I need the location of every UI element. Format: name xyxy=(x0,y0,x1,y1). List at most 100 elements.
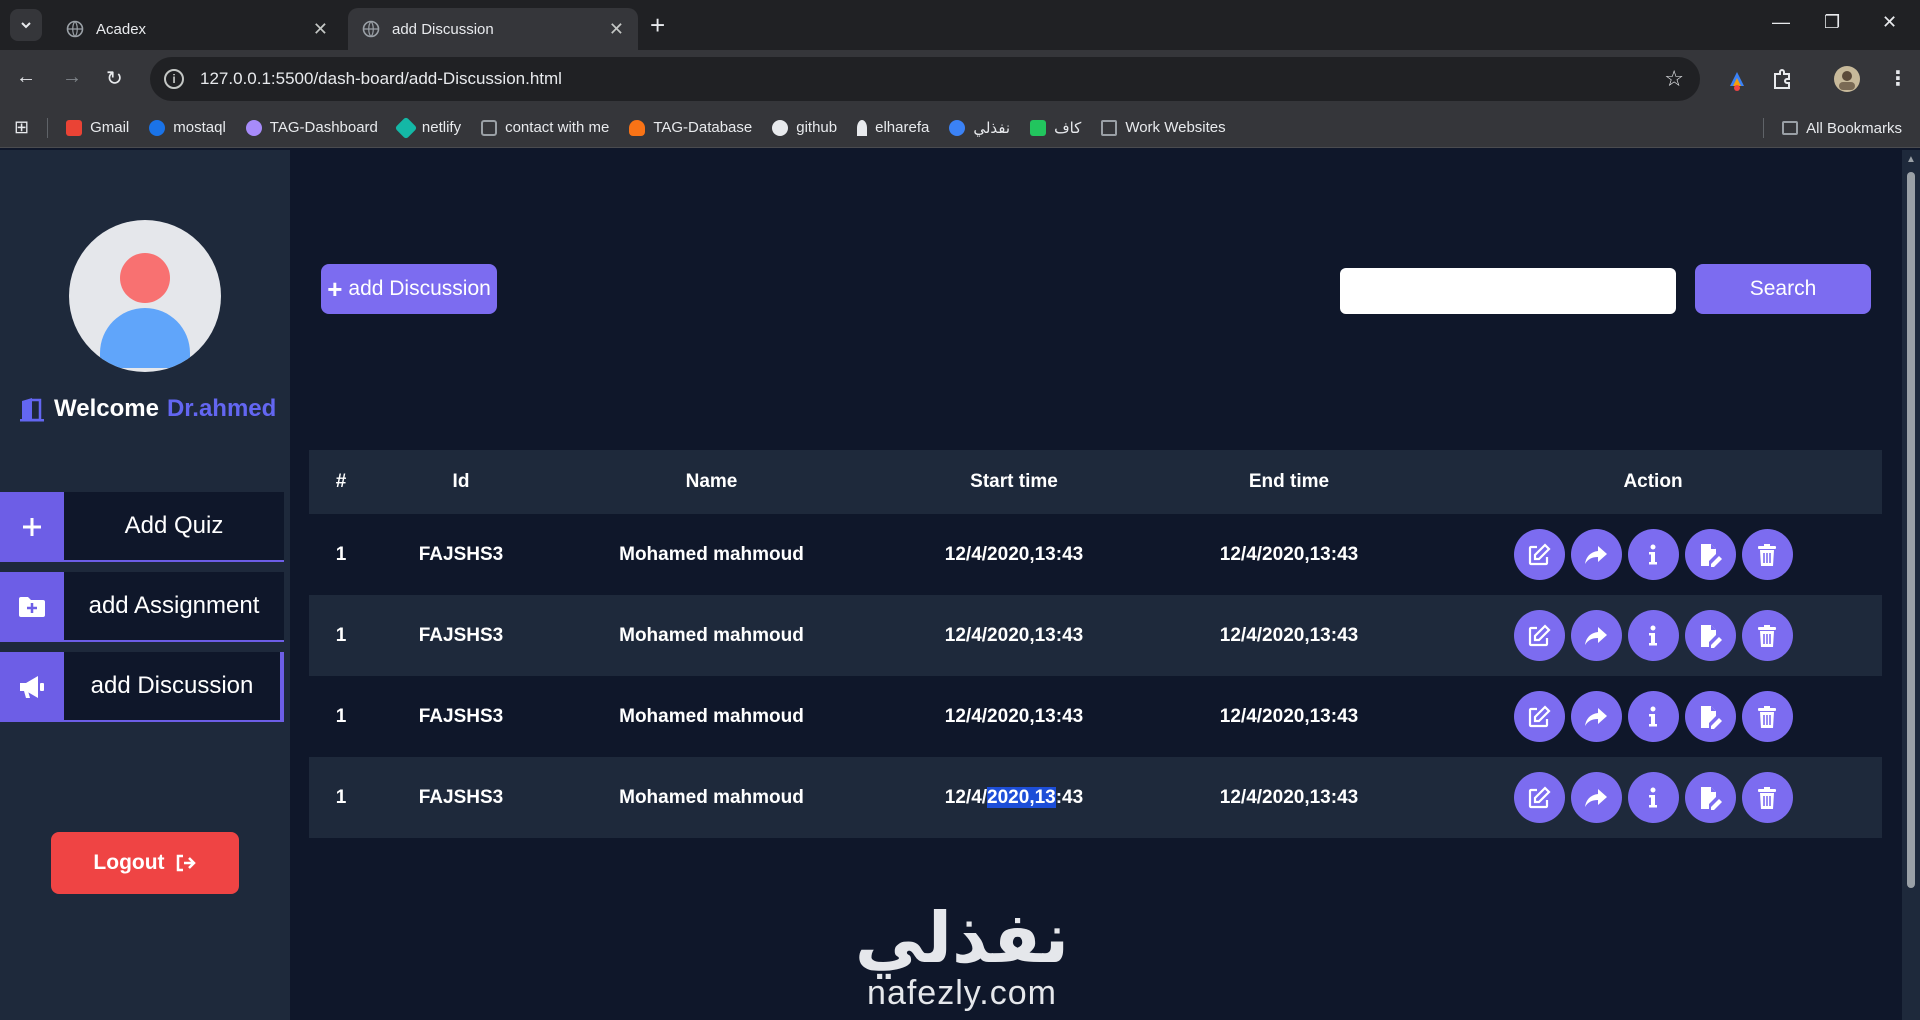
watermark-arabic: نفذلي xyxy=(854,899,1070,977)
logout-label: Logout xyxy=(93,851,165,874)
sidebar-item-add-assignment[interactable]: add Assignment xyxy=(0,572,284,642)
cell-end-time: 12/4/2020,13:43 xyxy=(1219,543,1359,565)
bookmark-nafezly[interactable]: نفذلي xyxy=(949,119,1010,137)
profile-avatar-icon[interactable] xyxy=(1832,64,1862,94)
share-button[interactable] xyxy=(1570,691,1622,742)
search-input[interactable] xyxy=(1340,268,1676,314)
file-signature-button[interactable] xyxy=(1684,610,1736,661)
bookmark-netlify[interactable]: netlify xyxy=(394,116,461,139)
bookmark-star-icon[interactable]: ☆ xyxy=(1664,66,1684,92)
edit-icon xyxy=(1526,704,1552,730)
tab-add-discussion[interactable]: add Discussion ✕ xyxy=(348,8,638,50)
column-header: Action xyxy=(1623,471,1683,492)
extensions-puzzle-icon[interactable] xyxy=(1767,64,1797,94)
sidebar-item-add-quiz[interactable]: Add Quiz xyxy=(0,492,284,562)
bookmark-label: نفذلي xyxy=(973,119,1011,137)
extension-color-icon[interactable] xyxy=(1722,64,1752,94)
plus-icon xyxy=(0,492,64,562)
bookmark-github[interactable]: github xyxy=(772,119,837,136)
cell-name: Mohamed mahmoud xyxy=(619,543,804,565)
sidebar-item-add-discussion[interactable]: add Discussion xyxy=(0,652,284,722)
edit-button[interactable] xyxy=(1513,772,1565,823)
page-scrollbar[interactable]: ▲ xyxy=(1902,150,1920,1020)
netlify-icon xyxy=(394,116,418,139)
bookmark-label: elharefa xyxy=(875,119,930,136)
tab-title: add Discussion xyxy=(392,20,494,38)
tab-acadex[interactable]: Acadex ✕ xyxy=(52,8,342,50)
cell-id: FAJSHS3 xyxy=(418,624,504,646)
bookmark-elharefa[interactable]: elharefa xyxy=(857,119,929,136)
delete-button[interactable] xyxy=(1741,691,1793,742)
file-signature-button[interactable] xyxy=(1684,772,1736,823)
bookmark-label: mostaql xyxy=(173,119,226,136)
new-tab-icon[interactable]: + xyxy=(650,10,665,41)
bookmark-tag-database[interactable]: TAG-Database xyxy=(629,119,752,136)
globe-icon xyxy=(66,20,84,38)
table-header: # Id Name Start time End time Action xyxy=(309,450,1882,514)
cell-number: 1 xyxy=(335,624,347,646)
tab-search-button[interactable] xyxy=(10,9,42,41)
share-button[interactable] xyxy=(1570,772,1622,823)
bookmark-tag-dashboard[interactable]: TAG-Dashboard xyxy=(245,119,378,136)
edit-icon xyxy=(1526,785,1552,811)
edit-button[interactable] xyxy=(1513,610,1565,661)
edit-button[interactable] xyxy=(1513,691,1565,742)
file-signature-button[interactable] xyxy=(1684,529,1736,580)
info-button[interactable] xyxy=(1627,772,1679,823)
add-discussion-button[interactable]: + add Discussion xyxy=(321,264,497,314)
scroll-up-arrow-icon[interactable]: ▲ xyxy=(1906,154,1916,165)
bookmark-label: Work Websites xyxy=(1125,119,1226,136)
share-button[interactable] xyxy=(1570,610,1622,661)
browser-toolbar: ← → ↻ i 127.0.0.1:5500/dash-board/add-Di… xyxy=(0,50,1920,108)
bookmark-work-websites[interactable]: Work Websites xyxy=(1101,119,1226,136)
selected-text: 2020,13 xyxy=(987,786,1056,808)
avatar xyxy=(69,220,221,372)
share-button[interactable] xyxy=(1570,529,1622,580)
address-bar[interactable]: i 127.0.0.1:5500/dash-board/add-Discussi… xyxy=(150,57,1700,101)
cell-number: 1 xyxy=(335,705,347,727)
bookmark-gmail[interactable]: Gmail xyxy=(66,119,129,136)
trash-icon xyxy=(1754,785,1780,811)
delete-button[interactable] xyxy=(1741,610,1793,661)
cell-actions xyxy=(1424,610,1882,661)
close-window-icon[interactable]: ✕ xyxy=(1882,12,1897,33)
bookmark-mostaql[interactable]: mostaql xyxy=(149,119,226,136)
bookmark-label: TAG-Dashboard xyxy=(269,119,378,136)
file-signature-icon xyxy=(1697,542,1723,568)
forward-icon[interactable]: → xyxy=(62,66,82,89)
sidebar-item-label: add Discussion xyxy=(64,652,284,722)
scrollbar-thumb[interactable] xyxy=(1907,172,1915,888)
bookmark-contact[interactable]: contact with me xyxy=(481,119,609,136)
bookmark-kaf[interactable]: كاف xyxy=(1030,119,1081,137)
apps-grid-icon[interactable]: ⊞ xyxy=(14,117,29,138)
info-button[interactable] xyxy=(1627,529,1679,580)
url-text[interactable]: 127.0.0.1:5500/dash-board/add-Discussion… xyxy=(200,69,1664,89)
person-icon xyxy=(245,119,262,136)
bookmark-label: contact with me xyxy=(505,119,610,136)
menu-kebab-icon[interactable]: ⋮ xyxy=(1888,66,1908,91)
close-tab-icon[interactable]: ✕ xyxy=(313,19,328,40)
info-button[interactable] xyxy=(1627,610,1679,661)
bookmark-divider xyxy=(47,117,49,138)
restore-icon[interactable]: ❐ xyxy=(1824,12,1840,33)
main-content: + add Discussion Search # Id Name Start … xyxy=(290,150,1902,1020)
delete-button[interactable] xyxy=(1741,529,1793,580)
delete-button[interactable] xyxy=(1741,772,1793,823)
edit-button[interactable] xyxy=(1513,529,1565,580)
cell-id: FAJSHS3 xyxy=(418,705,504,727)
back-icon[interactable]: ← xyxy=(16,66,36,89)
all-bookmarks[interactable]: All Bookmarks xyxy=(1763,118,1902,138)
cell-number: 1 xyxy=(335,543,347,565)
bookmark-label: Gmail xyxy=(90,119,130,136)
cell-start-time: 12/4/2020,13:43 xyxy=(944,543,1084,565)
site-info-icon[interactable]: i xyxy=(164,69,184,89)
reload-icon[interactable]: ↻ xyxy=(106,66,123,91)
search-button[interactable]: Search xyxy=(1695,264,1871,314)
info-button[interactable] xyxy=(1627,691,1679,742)
logout-button[interactable]: Logout xyxy=(51,832,239,894)
info-icon xyxy=(1640,623,1666,649)
tab-title: Acadex xyxy=(96,20,147,38)
file-signature-button[interactable] xyxy=(1684,691,1736,742)
minimize-icon[interactable]: — xyxy=(1772,12,1790,33)
close-tab-icon[interactable]: ✕ xyxy=(609,19,624,40)
